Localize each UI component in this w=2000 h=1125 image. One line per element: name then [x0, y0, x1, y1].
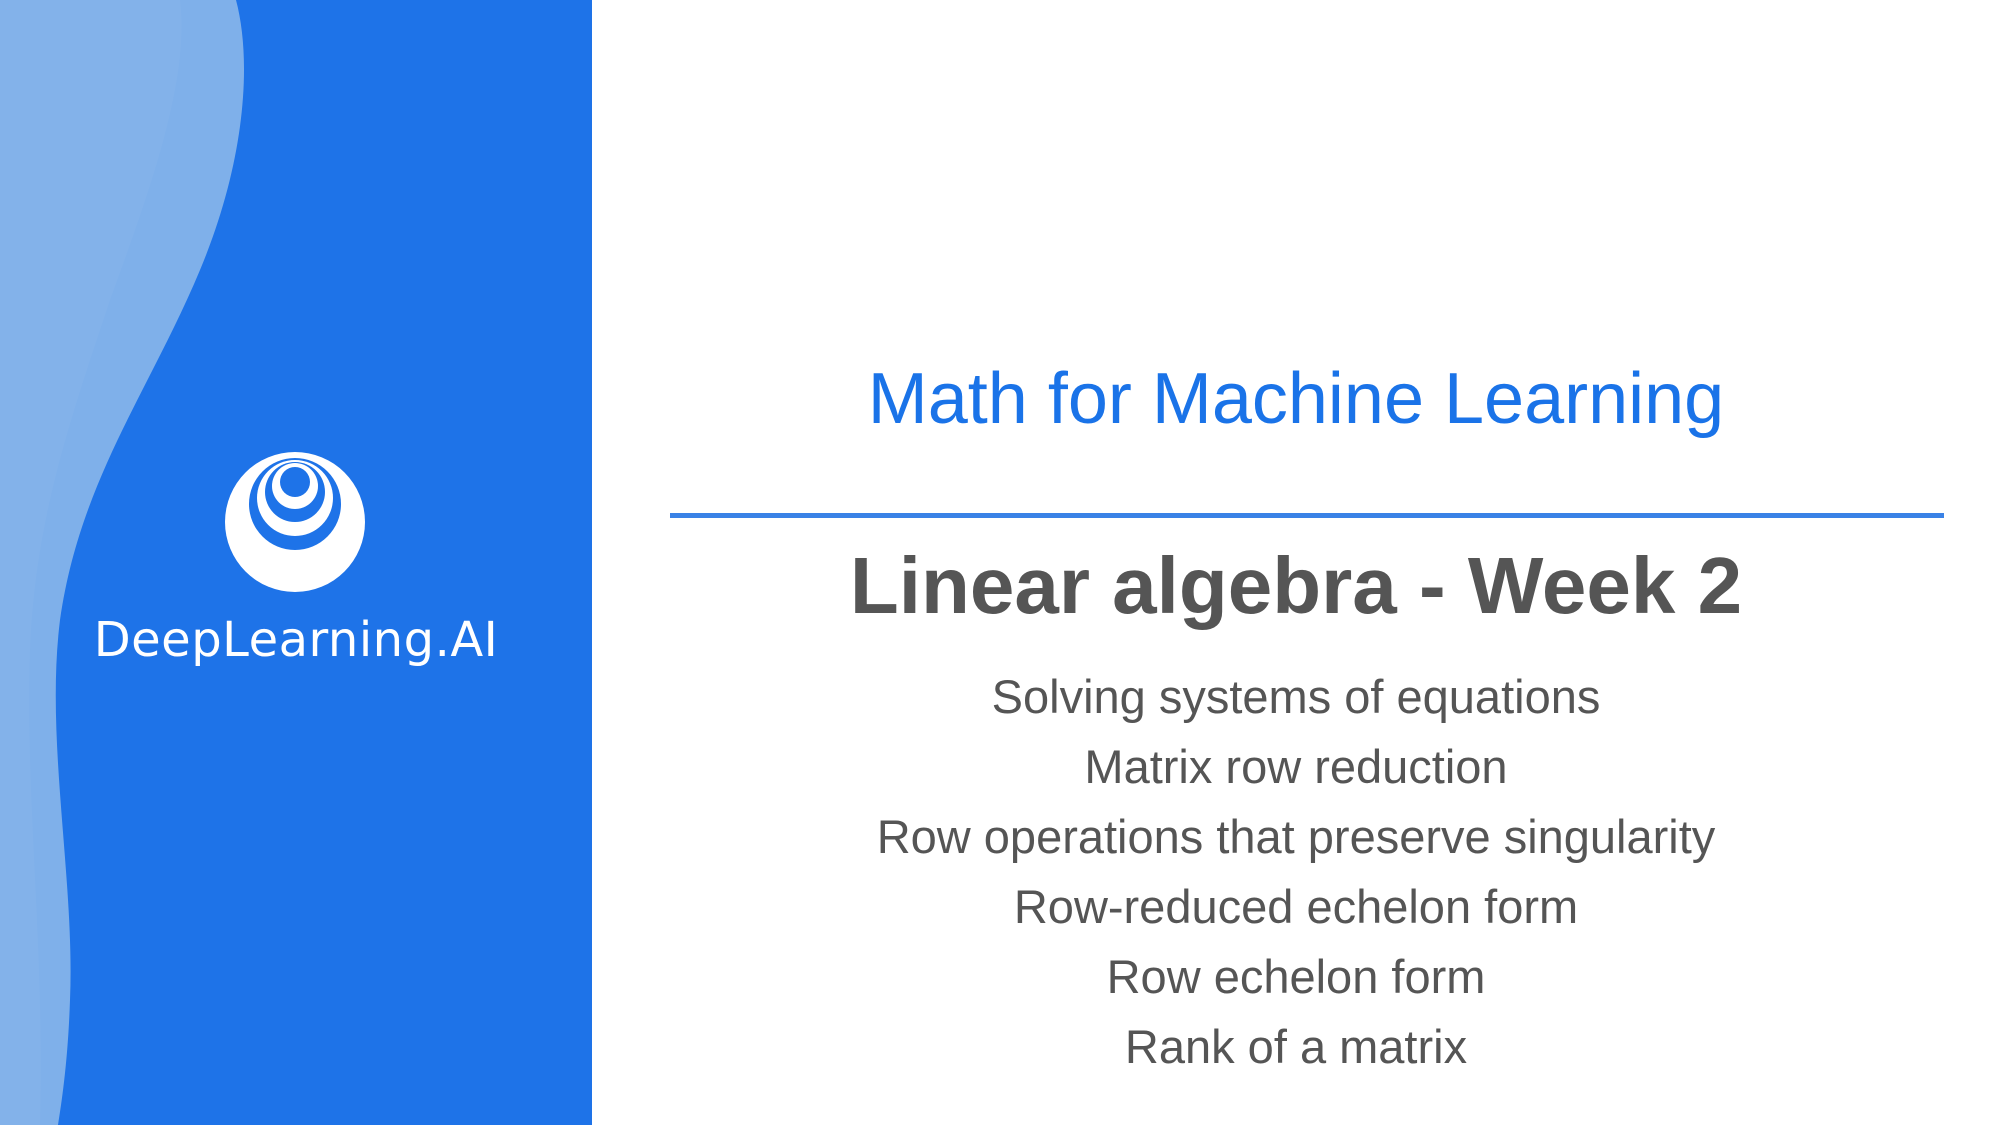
- week-title: Linear algebra - Week 2: [849, 541, 1743, 630]
- topic-item: Solving systems of equations: [991, 670, 1601, 723]
- brand-name: DeepLearning.AI: [93, 612, 499, 668]
- topic-item: Row echelon form: [1106, 950, 1486, 1003]
- topic-item: Row-reduced echelon form: [1013, 880, 1579, 933]
- topic-list: Solving systems of equations Matrix row …: [592, 662, 2000, 1082]
- course-title: Math for Machine Learning: [867, 359, 1725, 439]
- topic-item: Matrix row reduction: [1084, 740, 1508, 793]
- topic-item: Row operations that preserve singularity: [876, 810, 1716, 863]
- deeplearning-ai-logo-icon: [225, 452, 365, 592]
- slide: DeepLearning.AI Math for Machine Learnin…: [0, 0, 2000, 1125]
- topic-item: Rank of a matrix: [1124, 1020, 1468, 1073]
- content-panel: Math for Machine Learning Linear algebra…: [592, 0, 2000, 1125]
- title-divider: [670, 513, 1944, 518]
- brand-panel: DeepLearning.AI: [0, 0, 592, 1125]
